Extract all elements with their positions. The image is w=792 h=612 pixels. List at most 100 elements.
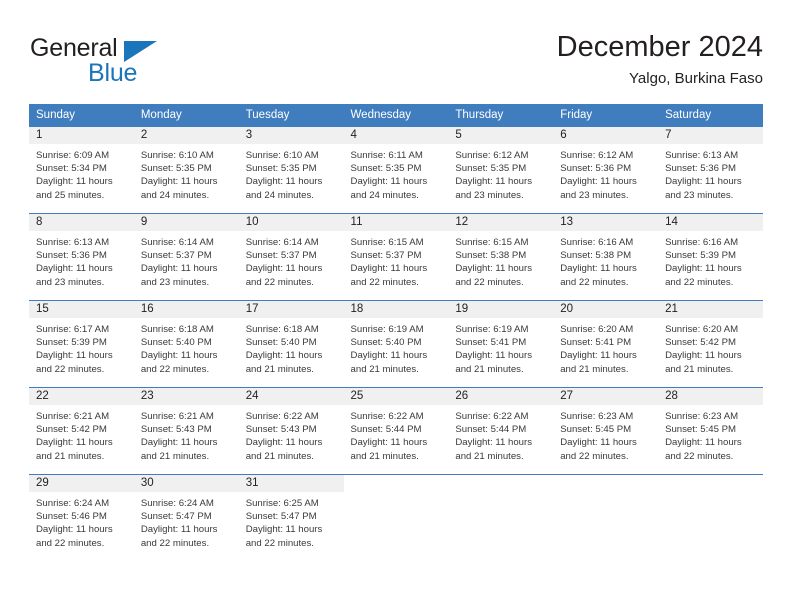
calendar-day-cell[interactable]: 18 Sunrise: 6:19 AM Sunset: 5:40 PM Dayligh…	[343, 300, 449, 388]
calendar-page: General Blue December 2024 Yalgo, Burkin…	[0, 0, 792, 612]
generalblue-logo[interactable]: General Blue	[29, 34, 229, 90]
day-number: 8	[29, 214, 134, 231]
day-cell-inner: 3 Sunrise: 6:10 AM Sunset: 5:35 PM Daylight…	[238, 127, 344, 213]
day-detail-lines: Sunrise: 6:10 AM Sunset: 5:35 PM Daylight:…	[239, 144, 344, 202]
calendar-day-cell[interactable]: 19 Sunrise: 6:19 AM Sunset: 5:41 PM Dayligh…	[448, 300, 554, 388]
day-cell-inner: 17 Sunrise: 6:18 AM Sunset: 5:40 PM Dayligh…	[238, 301, 344, 387]
daylight-line-2: and 22 minutes.	[36, 537, 105, 549]
day-cell-inner: 15 Sunrise: 6:17 AM Sunset: 5:39 PM Dayligh…	[29, 301, 134, 387]
sunset-time: Sunset: 5:40 PM	[140, 337, 212, 349]
day-number	[448, 475, 553, 492]
day-detail-lines: Sunrise: 6:13 AM Sunset: 5:36 PM Daylight:…	[658, 144, 763, 202]
sunset-time: Sunset: 5:42 PM	[36, 424, 107, 436]
calendar-day-cell[interactable]: 9 Sunrise: 6:14 AM Sunset: 5:37 PM Daylight…	[133, 213, 239, 301]
calendar-day-cell[interactable]: 22 Sunrise: 6:21 AM Sunset: 5:42 PM Dayligh…	[29, 387, 134, 475]
day-number: 29	[29, 475, 134, 492]
day-number: 4	[343, 127, 449, 144]
calendar-day-cell[interactable]: 30 Sunrise: 6:24 AM Sunset: 5:47 PM Dayligh…	[133, 474, 239, 561]
day-number: 11	[343, 214, 449, 231]
day-detail-lines	[658, 492, 763, 497]
calendar-day-cell[interactable]: 17 Sunrise: 6:18 AM Sunset: 5:40 PM Dayligh…	[238, 300, 344, 388]
calendar-day-cell[interactable]: 20 Sunrise: 6:20 AM Sunset: 5:41 PM Dayligh…	[553, 300, 659, 388]
calendar-day-cell[interactable]: 16 Sunrise: 6:18 AM Sunset: 5:40 PM Dayligh…	[133, 300, 239, 388]
calendar-week-row: 15 Sunrise: 6:17 AM Sunset: 5:39 PM Dayligh…	[29, 300, 763, 388]
calendar-day-cell[interactable]: 5 Sunrise: 6:12 AM Sunset: 5:35 PM Daylight…	[448, 126, 554, 214]
calendar-day-cell[interactable]: 7 Sunrise: 6:13 AM Sunset: 5:36 PM Daylight…	[658, 126, 763, 214]
calendar-day-cell[interactable]: 21 Sunrise: 6:20 AM Sunset: 5:42 PM Dayligh…	[658, 300, 763, 388]
sunrise-time: Sunrise: 6:15 AM	[455, 237, 529, 248]
calendar-day-cell[interactable]: 24 Sunrise: 6:22 AM Sunset: 5:43 PM Dayligh…	[238, 387, 344, 475]
day-cell-inner: 31 Sunrise: 6:25 AM Sunset: 5:47 PM Dayligh…	[238, 475, 344, 561]
day-number: 1	[29, 127, 134, 144]
daylight-line-1: Daylight: 11 hours	[36, 263, 113, 275]
sunset-time: Sunset: 5:35 PM	[245, 163, 317, 175]
day-cell-inner: 24 Sunrise: 6:22 AM Sunset: 5:43 PM Dayligh…	[238, 388, 344, 474]
calendar-day-cell[interactable]: 13 Sunrise: 6:16 AM Sunset: 5:38 PM Dayligh…	[553, 213, 659, 301]
daylight-line-1: Daylight: 11 hours	[245, 437, 323, 449]
calendar-day-cell[interactable]: 2 Sunrise: 6:10 AM Sunset: 5:35 PM Daylight…	[133, 126, 239, 214]
sunset-time: Sunset: 5:47 PM	[245, 511, 317, 523]
sunset-time: Sunset: 5:41 PM	[560, 337, 632, 349]
day-cell-inner: 2 Sunrise: 6:10 AM Sunset: 5:35 PM Daylight…	[133, 127, 239, 213]
calendar-day-cell[interactable]: 28 Sunrise: 6:23 AM Sunset: 5:45 PM Dayligh…	[658, 387, 763, 475]
day-cell-inner: 18 Sunrise: 6:19 AM Sunset: 5:40 PM Dayligh…	[343, 301, 449, 387]
daylight-line-2: and 23 minutes.	[560, 189, 629, 201]
sunrise-time: Sunrise: 6:15 AM	[350, 237, 424, 248]
calendar-day-cell[interactable]: 29 Sunrise: 6:24 AM Sunset: 5:46 PM Dayligh…	[29, 474, 134, 561]
daylight-line-1: Daylight: 11 hours	[36, 524, 113, 536]
day-number: 9	[133, 214, 239, 231]
calendar-day-cell[interactable]: 3 Sunrise: 6:10 AM Sunset: 5:35 PM Daylight…	[238, 126, 344, 214]
calendar-day-cell[interactable]: 31 Sunrise: 6:25 AM Sunset: 5:47 PM Dayligh…	[238, 474, 344, 561]
daylight-line-2: and 21 minutes.	[350, 450, 419, 462]
page-title: December 2024	[556, 31, 763, 63]
day-number: 23	[133, 388, 239, 405]
calendar-day-cell[interactable]: 14 Sunrise: 6:16 AM Sunset: 5:39 PM Dayligh…	[658, 213, 763, 301]
daylight-line-2: and 22 minutes.	[665, 450, 734, 462]
calendar-day-cell[interactable]: 10 Sunrise: 6:14 AM Sunset: 5:37 PM Dayligh…	[238, 213, 344, 301]
calendar-day-cell[interactable]: 15 Sunrise: 6:17 AM Sunset: 5:39 PM Dayligh…	[29, 300, 134, 388]
weekday-header-sunday: Sunday	[29, 104, 134, 127]
calendar-day-cell[interactable]: 1 Sunrise: 6:09 AM Sunset: 5:34 PM Daylight…	[29, 126, 134, 214]
calendar-day-cell[interactable]: 6 Sunrise: 6:12 AM Sunset: 5:36 PM Daylight…	[553, 126, 659, 214]
day-detail-lines: Sunrise: 6:16 AM Sunset: 5:39 PM Daylight:…	[658, 231, 763, 289]
weekday-header-row: Sunday Monday Tuesday Wednesday Thursday…	[29, 104, 763, 127]
daylight-line-1: Daylight: 11 hours	[665, 350, 742, 362]
sunset-time: Sunset: 5:34 PM	[36, 163, 107, 175]
daylight-line-2: and 22 minutes.	[455, 276, 524, 288]
sunset-time: Sunset: 5:40 PM	[350, 337, 422, 349]
sunrise-time: Sunrise: 6:12 AM	[560, 150, 634, 161]
day-number: 5	[448, 127, 554, 144]
day-number	[344, 475, 449, 492]
day-number	[553, 475, 658, 492]
calendar-day-cell[interactable]: 25 Sunrise: 6:22 AM Sunset: 5:44 PM Dayligh…	[343, 387, 449, 475]
day-cell-inner: 27 Sunrise: 6:23 AM Sunset: 5:45 PM Dayligh…	[553, 388, 659, 474]
calendar-day-cell-empty	[448, 474, 554, 561]
daylight-line-1: Daylight: 11 hours	[140, 524, 218, 536]
day-detail-lines	[344, 492, 449, 497]
calendar-day-cell[interactable]: 27 Sunrise: 6:23 AM Sunset: 5:45 PM Dayligh…	[553, 387, 659, 475]
daylight-line-1: Daylight: 11 hours	[560, 263, 637, 275]
day-cell-inner: 16 Sunrise: 6:18 AM Sunset: 5:40 PM Dayligh…	[133, 301, 239, 387]
day-number: 19	[448, 301, 554, 318]
calendar-day-cell[interactable]: 11 Sunrise: 6:15 AM Sunset: 5:37 PM Dayligh…	[343, 213, 449, 301]
calendar-day-cell[interactable]: 4 Sunrise: 6:11 AM Sunset: 5:35 PM Daylight…	[343, 126, 449, 214]
calendar-day-cell[interactable]: 8 Sunrise: 6:13 AM Sunset: 5:36 PM Daylight…	[29, 213, 134, 301]
sunrise-time: Sunrise: 6:17 AM	[36, 324, 110, 335]
day-detail-lines: Sunrise: 6:13 AM Sunset: 5:36 PM Daylight:…	[29, 231, 134, 289]
sunset-time: Sunset: 5:43 PM	[245, 424, 317, 436]
sunrise-time: Sunrise: 6:22 AM	[350, 411, 424, 422]
sunset-time: Sunset: 5:38 PM	[455, 250, 527, 262]
calendar-day-cell-empty	[343, 474, 449, 561]
logo-word-blue: Blue	[88, 59, 138, 87]
sunrise-time: Sunrise: 6:24 AM	[140, 498, 214, 509]
day-number: 16	[133, 301, 239, 318]
calendar-day-cell[interactable]: 23 Sunrise: 6:21 AM Sunset: 5:43 PM Dayligh…	[133, 387, 239, 475]
sunset-time: Sunset: 5:46 PM	[36, 511, 107, 523]
calendar-day-cell[interactable]: 26 Sunrise: 6:22 AM Sunset: 5:44 PM Dayligh…	[448, 387, 554, 475]
sunset-time: Sunset: 5:44 PM	[455, 424, 527, 436]
daylight-line-1: Daylight: 11 hours	[36, 437, 113, 449]
page-subtitle: Yalgo, Burkina Faso	[629, 70, 763, 87]
sunset-time: Sunset: 5:42 PM	[665, 337, 736, 349]
sunrise-time: Sunrise: 6:21 AM	[36, 411, 110, 422]
calendar-day-cell[interactable]: 12 Sunrise: 6:15 AM Sunset: 5:38 PM Dayligh…	[448, 213, 554, 301]
